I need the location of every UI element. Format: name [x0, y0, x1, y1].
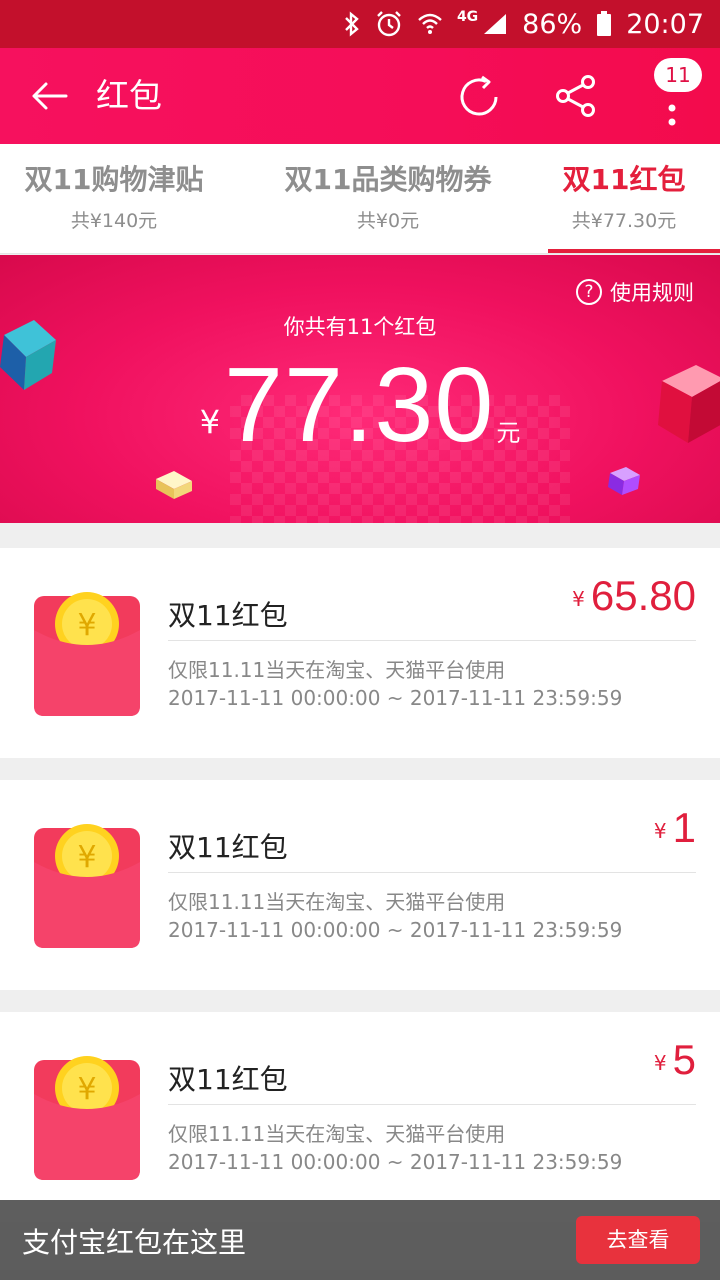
help-icon: ?: [576, 279, 602, 305]
packet-validity: 2017-11-11 00:00:00 ~ 2017-11-11 23:59:5…: [168, 918, 623, 942]
total-amount: ¥77.30元: [0, 345, 720, 466]
packet-price: ¥65.80: [572, 572, 696, 620]
packet-usage-note: 仅限11.11当天在淘宝、天猫平台使用: [168, 658, 506, 682]
decor-cube-purple: [608, 467, 640, 495]
decor-cube-small: [156, 471, 192, 499]
tab-title: 双11购物津贴: [24, 163, 204, 196]
back-arrow-icon: [32, 82, 68, 110]
red-packet-card[interactable]: ¥ 双11红包 ¥65.80 仅限11.11当天在淘宝、天猫平台使用 2017-…: [0, 548, 720, 758]
packet-description: 仅限11.11当天在淘宝、天猫平台使用 2017-11-11 00:00:00 …: [168, 1120, 622, 1176]
red-packet-card[interactable]: ¥ 双11红包 ¥5 仅限11.11当天在淘宝、天猫平台使用 2017-11-1…: [0, 1012, 720, 1222]
tab-title: 双11红包: [562, 163, 686, 196]
price-amount: 65.80: [590, 572, 696, 619]
packet-title: 双11红包: [168, 599, 288, 632]
refresh-icon: [460, 75, 498, 116]
status-bar: 4G 86% 20:07: [0, 0, 720, 48]
divider: [168, 1104, 696, 1105]
price-currency: ¥: [653, 819, 667, 843]
summary-banner: ? 使用规则 你共有11个红包 ¥77.30元: [0, 255, 720, 523]
usage-rules-link[interactable]: ? 使用规则: [576, 277, 694, 307]
notification-badge: 11: [654, 58, 702, 92]
battery-icon: [597, 11, 612, 36]
packet-price: ¥1: [654, 804, 696, 852]
packet-price: ¥5: [654, 1036, 696, 1084]
alarm-icon: [377, 11, 401, 37]
share-button[interactable]: [554, 74, 598, 118]
wifi-icon: [418, 13, 442, 34]
usage-rules-label: 使用规则: [610, 281, 694, 305]
svg-text:¥: ¥: [77, 840, 96, 875]
app-header: 红包 11: [0, 48, 720, 144]
red-packet-card[interactable]: ¥ 双11红包 ¥1 仅限11.11当天在淘宝、天猫平台使用 2017-11-1…: [0, 780, 720, 990]
price-currency: ¥: [653, 1051, 667, 1075]
price-amount: 5: [672, 1036, 696, 1083]
svg-text:¥: ¥: [77, 1072, 96, 1107]
divider: [168, 872, 696, 873]
packet-validity: 2017-11-11 00:00:00 ~ 2017-11-11 23:59:5…: [168, 686, 623, 710]
price-currency: ¥: [572, 587, 585, 611]
clock-time: 20:07: [626, 8, 704, 40]
packet-usage-note: 仅限11.11当天在淘宝、天猫平台使用: [168, 1122, 506, 1146]
packet-title: 双11红包: [168, 831, 288, 864]
tab-red-packets[interactable]: 双11红包 共¥77.30元: [548, 144, 720, 253]
packet-count-text: 你共有11个红包: [283, 315, 437, 339]
tab-bar: 双11购物津贴 共¥140元 双11品类购物券 共¥0元 双11红包 共¥77.…: [0, 144, 720, 254]
bluetooth-icon: [345, 11, 359, 37]
currency-symbol: ¥: [199, 403, 221, 441]
total-amount-value: 77.30: [224, 346, 495, 464]
packet-description: 仅限11.11当天在淘宝、天猫平台使用 2017-11-11 00:00:00 …: [168, 888, 622, 944]
battery-percent: 86%: [522, 8, 583, 40]
divider: [168, 640, 696, 641]
red-envelope-icon: ¥: [34, 824, 140, 948]
share-icon: [556, 75, 595, 117]
tab-shopping-allowance[interactable]: 双11购物津贴 共¥140元: [0, 144, 228, 253]
alipay-promo-text: 支付宝红包在这里: [22, 1226, 247, 1259]
alipay-promo-bar: 支付宝红包在这里 去查看: [0, 1200, 720, 1280]
red-envelope-icon: ¥: [34, 592, 140, 716]
packet-description: 仅限11.11当天在淘宝、天猫平台使用 2017-11-11 00:00:00 …: [168, 656, 622, 712]
refresh-button[interactable]: [456, 74, 502, 120]
svg-text:¥: ¥: [77, 608, 96, 643]
packet-usage-note: 仅限11.11当天在淘宝、天猫平台使用: [168, 890, 506, 914]
currency-unit: 元: [496, 419, 521, 447]
tab-title: 双11品类购物券: [284, 163, 492, 196]
active-tab-indicator: [548, 249, 720, 253]
page-title: 红包: [96, 76, 162, 115]
signal-icon: [484, 14, 507, 34]
price-amount: 1: [672, 804, 696, 851]
tab-subtitle: 共¥0元: [356, 210, 420, 232]
packet-title: 双11红包: [168, 1063, 288, 1096]
tab-category-coupons[interactable]: 双11品类购物券 共¥0元: [228, 144, 548, 253]
view-alipay-button[interactable]: 去查看: [576, 1216, 700, 1264]
back-button[interactable]: [28, 74, 72, 118]
red-envelope-icon: ¥: [34, 1056, 140, 1180]
tab-subtitle: 共¥140元: [70, 210, 158, 232]
network-type: 4G: [456, 9, 479, 25]
packet-validity: 2017-11-11 00:00:00 ~ 2017-11-11 23:59:5…: [168, 1150, 623, 1174]
tab-subtitle: 共¥77.30元: [571, 210, 677, 232]
